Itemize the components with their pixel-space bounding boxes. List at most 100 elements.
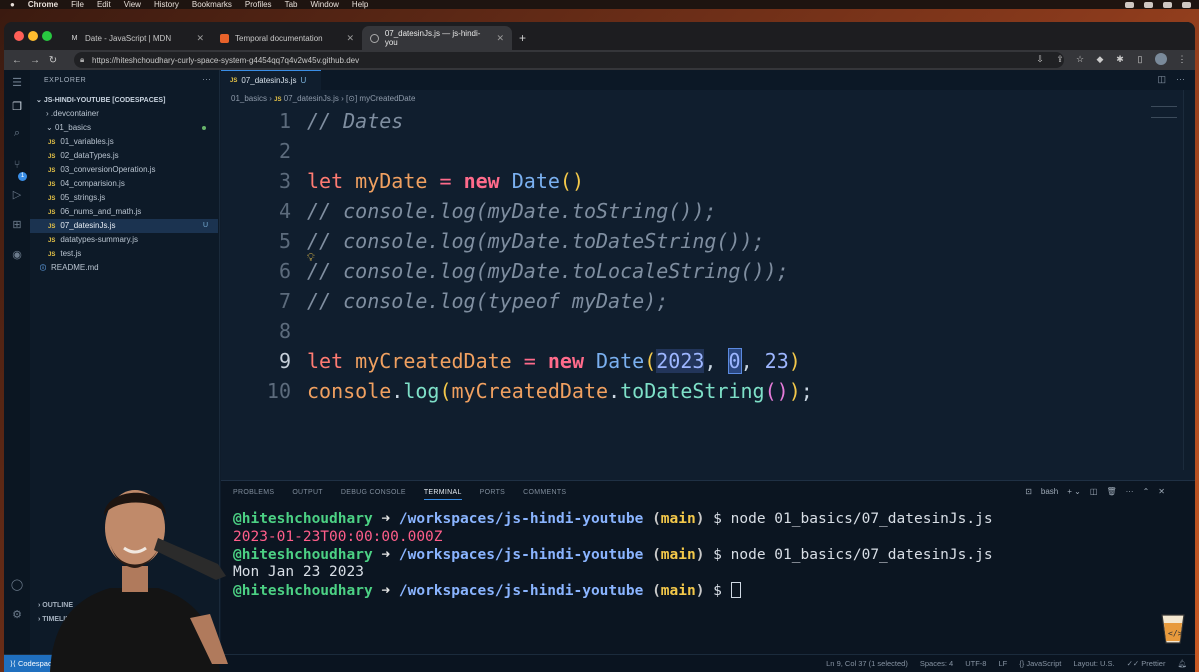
screen-icon[interactable] — [1144, 1, 1153, 8]
workspace-root[interactable]: ⌄ JS-HINDI-YOUTUBE [CODESPACES] — [36, 96, 165, 104]
tree-file[interactable]: JS 06_nums_and_math.js — [30, 205, 218, 219]
tree-file[interactable]: JS 02_dataTypes.js — [30, 149, 218, 163]
maximize-window-button[interactable] — [42, 31, 52, 41]
editor-scrollbar[interactable] — [1183, 90, 1195, 470]
install-icon[interactable]: ⇩ — [1035, 54, 1045, 64]
address-bar[interactable]: 🔒︎ https://hiteshchoudhary-curly-space-s… — [74, 52, 1064, 68]
close-panel-icon[interactable]: ✕ — [1158, 487, 1165, 496]
profile-avatar[interactable] — [1155, 53, 1167, 65]
end-of-line[interactable]: LF — [998, 655, 1007, 672]
apple-icon[interactable]: ● — [10, 0, 15, 9]
puzzle-icon[interactable]: ✱ — [1115, 54, 1125, 64]
minimap[interactable] — [1151, 106, 1177, 118]
menu-profiles[interactable]: Profiles — [245, 0, 272, 9]
tree-file[interactable]: JS 01_variables.js — [30, 135, 218, 149]
tree-file[interactable]: JS 04_comparision.js — [30, 177, 218, 191]
code-editor: JS 07_datesinJs.js U ◫ ··· 01_basics › J… — [221, 70, 1195, 480]
minimize-window-button[interactable] — [28, 31, 38, 41]
tab-temporal[interactable]: Temporal documentation ✕ — [212, 26, 362, 50]
prettier-status[interactable]: ✓✓ Prettier — [1127, 655, 1166, 672]
settings-gear-icon[interactable]: ⚙ — [10, 608, 24, 622]
menu-app-name[interactable]: Chrome — [28, 0, 58, 9]
more-actions-icon[interactable]: ··· — [202, 74, 211, 84]
sidepanel-icon[interactable]: ▯ — [1135, 54, 1145, 64]
new-tab-button[interactable]: + — [519, 31, 526, 45]
menu-file[interactable]: File — [71, 0, 84, 9]
menu-view[interactable]: View — [124, 0, 141, 9]
menu-edit[interactable]: Edit — [97, 0, 111, 9]
tab-debug-console[interactable]: DEBUG CONSOLE — [341, 489, 406, 500]
explorer-icon[interactable]: ❐ — [10, 100, 24, 114]
tab-ports[interactable]: PORTS — [480, 489, 506, 500]
breadcrumb-folder[interactable]: 01_basics — [231, 94, 267, 103]
lightbulb-icon[interactable]: 💡︎ — [307, 252, 315, 265]
tree-file[interactable]: JS 03_conversionOperation.js — [30, 163, 218, 177]
language-mode[interactable]: {} JavaScript — [1019, 655, 1061, 672]
tab-problems[interactable]: PROBLEMS — [233, 489, 274, 500]
search-icon[interactable]: ⌕ — [10, 126, 24, 140]
editor-tab-active[interactable]: JS 07_datesinJs.js U — [221, 70, 321, 90]
breadcrumb-symbol[interactable]: myCreatedDate — [359, 94, 415, 103]
notifications-bell-icon[interactable]: 🔔︎ — [1177, 655, 1187, 672]
menu-icon[interactable]: ☰ — [10, 76, 24, 90]
account-icon[interactable]: ◯ — [10, 578, 24, 592]
cursor-position[interactable]: Ln 9, Col 37 (1 selected) — [826, 655, 908, 672]
close-icon[interactable]: ✕ — [196, 33, 204, 44]
tab-comments[interactable]: COMMENTS — [523, 489, 566, 500]
tab-label: Date - JavaScript | MDN — [85, 33, 172, 43]
keyboard-layout[interactable]: Layout: U.S. — [1073, 655, 1114, 672]
bookmark-star-icon[interactable]: ☆ — [1075, 54, 1085, 64]
menubar-status-icons — [1125, 0, 1191, 9]
wifi-icon[interactable] — [1163, 1, 1172, 8]
untracked-badge: U — [300, 76, 307, 85]
tab-terminal[interactable]: TERMINAL — [423, 489, 462, 500]
extension-icon[interactable]: ◆ — [1095, 54, 1105, 64]
menu-tab[interactable]: Tab — [285, 0, 298, 9]
new-terminal-icon[interactable]: + ⌄ — [1067, 487, 1081, 496]
close-window-button[interactable] — [14, 31, 24, 41]
indentation[interactable]: Spaces: 4 — [920, 655, 953, 672]
tree-file[interactable]: JS datatypes-summary.js — [30, 233, 218, 247]
maximize-panel-icon[interactable]: ⌃ — [1143, 487, 1150, 496]
trash-icon[interactable]: 🗑︎ — [1106, 487, 1116, 496]
mdn-icon: M — [71, 34, 78, 42]
svg-text:</>: </> — [1168, 629, 1183, 638]
tree-file-selected[interactable]: JS 07_datesinJs.js U — [30, 219, 218, 233]
terminal-output[interactable]: @hiteshchoudhary ➜ /workspaces/js-hindi-… — [233, 511, 993, 600]
close-icon[interactable]: ✕ — [346, 33, 354, 44]
more-actions-icon[interactable]: ··· — [1126, 487, 1134, 496]
tab-mdn[interactable]: M Date - JavaScript | MDN ✕ — [62, 26, 212, 50]
extensions-icon[interactable]: ⊞ — [10, 218, 24, 232]
share-icon[interactable]: ⇪ — [1055, 54, 1065, 64]
tree-file[interactable]: ⓘ README.md — [30, 261, 218, 275]
breadcrumb-file[interactable]: 07_datesinJs.js — [284, 94, 339, 103]
panel-tabs: PROBLEMS OUTPUT DEBUG CONSOLE TERMINAL P… — [233, 489, 566, 500]
tree-folder[interactable]: › .devcontainer — [30, 107, 218, 121]
tab-codespace[interactable]: 07_datesinJs.js — js-hindi-you ✕ — [362, 26, 512, 50]
split-terminal-icon[interactable]: ◫ — [1090, 487, 1098, 496]
close-icon[interactable]: ✕ — [496, 33, 504, 44]
control-center-icon[interactable] — [1182, 1, 1191, 8]
encoding[interactable]: UTF-8 — [965, 655, 986, 672]
source-control-icon[interactable]: ⑂ — [10, 158, 24, 172]
menu-help[interactable]: Help — [352, 0, 368, 9]
menu-kebab-icon[interactable]: ⋮ — [1177, 54, 1187, 64]
shell-name[interactable]: bash — [1041, 487, 1058, 496]
menu-bookmarks[interactable]: Bookmarks — [192, 0, 232, 9]
tree-folder[interactable]: ⌄ 01_basics — [30, 121, 218, 135]
reload-icon[interactable]: ↻ — [44, 55, 62, 66]
tree-file[interactable]: JS 05_strings.js — [30, 191, 218, 205]
lock-icon[interactable]: 🔒︎ — [80, 55, 84, 65]
run-debug-icon[interactable]: ▷ — [10, 188, 24, 202]
tree-file[interactable]: JS test.js — [30, 247, 218, 261]
status-icon[interactable] — [1125, 1, 1134, 8]
menu-history[interactable]: History — [154, 0, 179, 9]
forward-icon[interactable]: → — [26, 55, 44, 66]
back-icon[interactable]: ← — [8, 55, 26, 66]
more-actions-icon[interactable]: ··· — [1176, 74, 1185, 85]
tab-output[interactable]: OUTPUT — [292, 489, 323, 500]
remote-explorer-icon[interactable]: ◉ — [10, 248, 24, 262]
line-number: 1 — [278, 109, 291, 133]
menu-window[interactable]: Window — [310, 0, 338, 9]
split-editor-icon[interactable]: ◫ — [1157, 74, 1166, 85]
